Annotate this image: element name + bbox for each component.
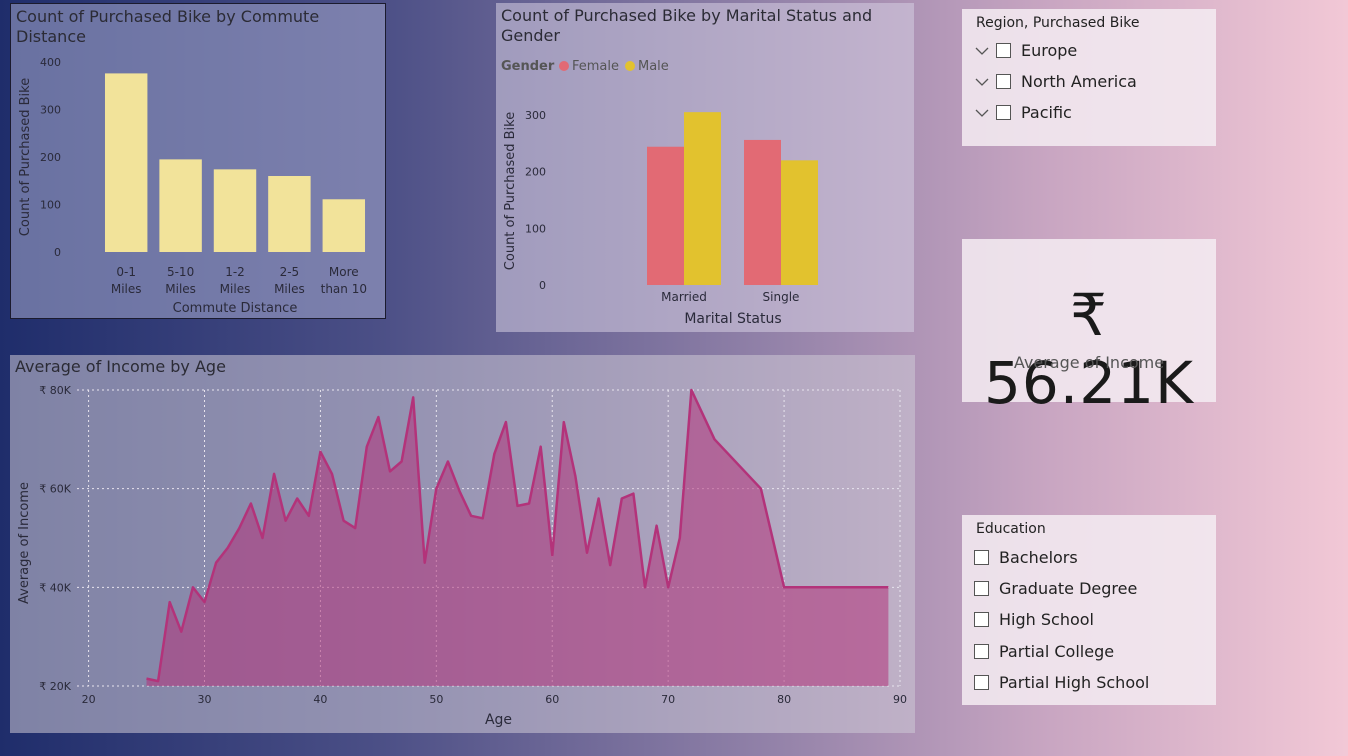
region-item-label: North America	[1021, 72, 1137, 91]
y-tick-label: 300	[525, 109, 546, 122]
x-axis-title: Marital Status	[684, 311, 781, 327]
y-tick-label: ₹ 40K	[39, 581, 71, 594]
y-axis-title: Average of Income	[17, 482, 32, 604]
x-axis-title: Commute Distance	[173, 301, 298, 316]
region-item-europe[interactable]: Europe	[974, 41, 1077, 60]
y-tick-label: 200	[40, 151, 61, 164]
x-tick-label: Miles	[220, 282, 251, 296]
y-tick-label: ₹ 20K	[39, 680, 71, 693]
marital-chart-svg: Gender Female Male 0 100 200 300 Married Single M…	[501, 59, 818, 327]
checkbox-partial-college[interactable]	[974, 644, 989, 659]
y-axis-title: Count of Purchased Bike	[18, 78, 33, 236]
education-item-partial-high-school[interactable]: Partial High School	[974, 673, 1149, 692]
legend-swatch	[625, 61, 635, 71]
education-item-label: Graduate Degree	[999, 579, 1138, 598]
commute-chart-svg: 0 100 200 300 400 0-1 Miles 5-10 Miles 1-2 Miles 2-…	[18, 56, 367, 316]
x-tick-label: 0-1	[116, 265, 136, 279]
x-axis-title: Age	[485, 712, 512, 728]
checkbox-graduate-degree[interactable]	[974, 581, 989, 596]
y-tick-label: ₹ 80K	[39, 384, 71, 397]
y-tick-label: 300	[40, 104, 61, 117]
region-slicer: Region, Purchased Bike Europe North Amer…	[962, 9, 1216, 146]
x-tick-label: 2-5	[280, 265, 300, 279]
legend-label: Male	[638, 59, 669, 74]
region-item-pacific[interactable]: Pacific	[974, 103, 1072, 122]
education-item-label: Bachelors	[999, 548, 1078, 567]
bar	[104, 73, 148, 253]
bar	[744, 139, 781, 285]
legend-swatch	[559, 61, 569, 71]
x-tick-label: 30	[198, 693, 212, 706]
chevron-down-icon[interactable]	[974, 105, 990, 121]
x-tick-label: 1-2	[225, 265, 245, 279]
kpi-label: Average of Income	[1013, 353, 1165, 372]
bar	[213, 169, 257, 252]
x-tick-label: Miles	[165, 282, 196, 296]
bar	[268, 176, 311, 252]
chevron-down-icon[interactable]	[974, 74, 990, 90]
region-slicer-title: Region, Purchased Bike	[976, 15, 1140, 31]
education-item-label: High School	[999, 610, 1094, 629]
chevron-down-icon[interactable]	[974, 43, 990, 59]
education-item-high-school[interactable]: High School	[974, 610, 1094, 629]
y-tick-label: 0	[54, 246, 61, 259]
checkbox-north-america[interactable]	[996, 74, 1011, 89]
legend-title: Gender	[501, 59, 555, 74]
x-tick-label: 40	[313, 693, 327, 706]
region-item-north-america[interactable]: North America	[974, 72, 1137, 91]
education-slicer-title: Education	[976, 521, 1046, 537]
bar	[647, 146, 684, 285]
x-tick-label: 90	[893, 693, 907, 706]
education-item-partial-college[interactable]: Partial College	[974, 642, 1114, 661]
x-tick-label: 50	[429, 693, 443, 706]
region-item-label: Europe	[1021, 41, 1078, 60]
x-tick-label: Miles	[111, 282, 142, 296]
checkbox-partial-high-school[interactable]	[974, 675, 989, 690]
y-tick-label: 0	[539, 279, 546, 292]
income-by-age-chart[interactable]: Average of Income by Age ₹ 20K ₹ 40K ₹ 60K…	[10, 355, 915, 733]
bar	[159, 159, 202, 252]
checkbox-pacific[interactable]	[996, 105, 1011, 120]
education-item-bachelors[interactable]: Bachelors	[974, 548, 1078, 567]
kpi-value: ₹ 56.21K	[983, 281, 1195, 417]
y-tick-label: ₹ 60K	[39, 483, 71, 496]
x-tick-label: 5-10	[167, 265, 194, 279]
average-income-card: ₹ 56.21K Average of Income	[962, 239, 1216, 417]
y-tick-label: 400	[40, 56, 61, 69]
y-tick-label: 100	[525, 222, 546, 235]
region-item-label: Pacific	[1021, 103, 1072, 122]
x-tick-label: 70	[661, 693, 675, 706]
x-tick-label: Married	[661, 290, 707, 304]
x-tick-label: 20	[82, 693, 96, 706]
y-axis-title: Count of Purchased Bike	[503, 112, 518, 270]
y-tick-label: 200	[525, 166, 546, 179]
bar	[781, 160, 818, 285]
education-item-label: Partial High School	[999, 673, 1150, 692]
commute-distance-chart[interactable]: Count of Purchased Bike by Commute Dista…	[10, 3, 386, 319]
x-tick-label: than 10	[321, 282, 367, 296]
checkbox-europe[interactable]	[996, 43, 1011, 58]
education-item-label: Partial College	[999, 642, 1115, 661]
income-chart-svg: ₹ 20K ₹ 40K ₹ 60K ₹ 80K 20 30 40 50 60 70 80 90 Age A…	[17, 384, 907, 728]
x-tick-label: Single	[763, 290, 800, 304]
x-tick-label: Miles	[274, 282, 305, 296]
checkbox-high-school[interactable]	[974, 612, 989, 627]
income-area	[146, 390, 889, 686]
education-slicer: Education Bachelors Graduate Degree High…	[962, 515, 1216, 705]
bar	[322, 199, 366, 252]
marital-gender-chart[interactable]: Count of Purchased Bike by Marital Statu…	[496, 3, 914, 332]
y-tick-label: 100	[40, 199, 61, 212]
x-tick-label: 80	[777, 693, 791, 706]
legend-label: Female	[572, 59, 619, 74]
x-tick-label: More	[329, 265, 359, 279]
bar	[684, 112, 721, 286]
education-item-graduate-degree[interactable]: Graduate Degree	[974, 579, 1137, 598]
x-tick-label: 60	[545, 693, 559, 706]
checkbox-bachelors[interactable]	[974, 550, 989, 565]
